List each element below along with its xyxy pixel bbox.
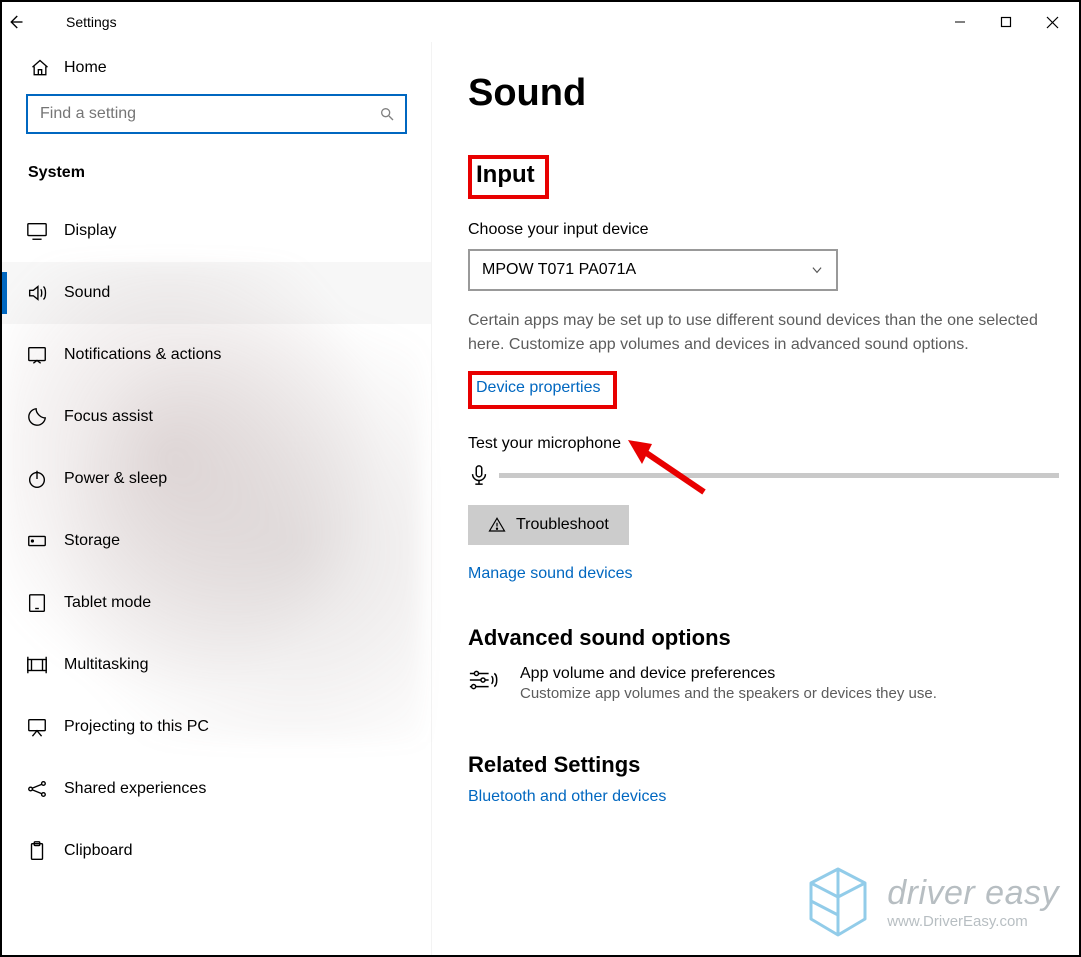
sidebar-item-sound[interactable]: Sound — [2, 262, 431, 324]
titlebar: Settings — [2, 2, 1079, 42]
input-device-dropdown[interactable]: MPOW T071 PA071A — [468, 249, 838, 291]
sidebar-item-clipboard[interactable]: Clipboard — [2, 820, 431, 882]
annotation-box-input: Input — [468, 155, 549, 199]
back-button[interactable] — [6, 13, 46, 31]
main-panel: Sound Input Choose your input device MPO… — [432, 42, 1079, 955]
annotation-box-device-properties: Device properties — [468, 371, 617, 409]
sidebar-item-multitasking[interactable]: Multitasking — [2, 634, 431, 696]
sidebar-item-power-sleep[interactable]: Power & sleep — [2, 448, 431, 510]
watermark: driver easy www.DriverEasy.com — [803, 863, 1059, 941]
sidebar-item-label: Sound — [64, 284, 110, 302]
sidebar-item-projecting[interactable]: Projecting to this PC — [2, 696, 431, 758]
search-icon — [379, 106, 395, 122]
storage-icon — [26, 530, 64, 552]
maximize-button[interactable] — [983, 6, 1029, 38]
test-mic-label: Test your microphone — [468, 435, 1059, 453]
window-title: Settings — [46, 14, 117, 30]
chevron-down-icon — [810, 263, 824, 277]
related-settings-heading: Related Settings — [468, 752, 1059, 778]
app-volume-subtitle: Customize app volumes and the speakers o… — [520, 685, 937, 702]
sidebar-home-label: Home — [64, 59, 107, 77]
minimize-button[interactable] — [937, 6, 983, 38]
sliders-icon — [468, 665, 502, 702]
device-properties-link[interactable]: Device properties — [476, 379, 601, 397]
settings-window: Settings Home — [0, 0, 1081, 957]
warning-icon — [488, 516, 506, 534]
sidebar-item-shared-experiences[interactable]: Shared experiences — [2, 758, 431, 820]
shared-icon — [26, 778, 64, 800]
watermark-brand: driver easy — [887, 874, 1059, 913]
home-icon — [30, 58, 64, 78]
sidebar-item-label: Projecting to this PC — [64, 718, 209, 736]
sidebar-item-notifications[interactable]: Notifications & actions — [2, 324, 431, 386]
input-device-selected: MPOW T071 PA071A — [482, 261, 636, 279]
app-volume-title: App volume and device preferences — [520, 665, 937, 683]
app-volume-preferences[interactable]: App volume and device preferences Custom… — [468, 665, 1059, 702]
choose-input-label: Choose your input device — [468, 221, 1059, 239]
watermark-url: www.DriverEasy.com — [887, 913, 1059, 930]
search-input[interactable] — [38, 104, 379, 124]
bluetooth-devices-link[interactable]: Bluetooth and other devices — [468, 788, 666, 806]
focus-assist-icon — [26, 406, 64, 428]
input-heading: Input — [476, 161, 535, 189]
sidebar-item-label: Notifications & actions — [64, 346, 221, 364]
projecting-icon — [26, 716, 64, 738]
advanced-heading: Advanced sound options — [468, 625, 1059, 651]
annotation-arrow — [624, 432, 714, 502]
sidebar: Home System Display — [2, 42, 432, 955]
troubleshoot-button[interactable]: Troubleshoot — [468, 505, 629, 545]
power-icon — [26, 468, 64, 490]
sidebar-home[interactable]: Home — [2, 42, 431, 94]
notifications-icon — [26, 344, 64, 366]
sound-icon — [26, 282, 64, 304]
search-box[interactable] — [26, 94, 407, 134]
sidebar-item-label: Storage — [64, 532, 120, 550]
sidebar-item-focus-assist[interactable]: Focus assist — [2, 386, 431, 448]
sidebar-item-storage[interactable]: Storage — [2, 510, 431, 572]
sidebar-item-label: Power & sleep — [64, 470, 167, 488]
input-hint-text: Certain apps may be set up to use differ… — [468, 309, 1059, 357]
sidebar-item-tablet-mode[interactable]: Tablet mode — [2, 572, 431, 634]
mic-level-bar — [499, 473, 1059, 478]
microphone-icon — [468, 463, 493, 487]
page-title: Sound — [468, 72, 1059, 115]
sidebar-item-label: Display — [64, 222, 116, 240]
sidebar-item-label: Tablet mode — [64, 594, 151, 612]
manage-sound-devices-link[interactable]: Manage sound devices — [468, 565, 633, 583]
sidebar-item-label: Focus assist — [64, 408, 153, 426]
sidebar-item-label: Clipboard — [64, 842, 132, 860]
close-button[interactable] — [1029, 6, 1075, 38]
clipboard-icon — [26, 840, 64, 862]
tablet-icon — [26, 592, 64, 614]
sidebar-item-label: Shared experiences — [64, 780, 206, 798]
sidebar-category: System — [2, 152, 431, 200]
mic-level-row — [468, 463, 1059, 487]
troubleshoot-label: Troubleshoot — [516, 516, 609, 534]
sidebar-item-display[interactable]: Display — [2, 200, 431, 262]
sidebar-item-label: Multitasking — [64, 656, 148, 674]
multitasking-icon — [26, 654, 64, 676]
display-icon — [26, 220, 64, 242]
watermark-logo-icon — [803, 863, 873, 941]
